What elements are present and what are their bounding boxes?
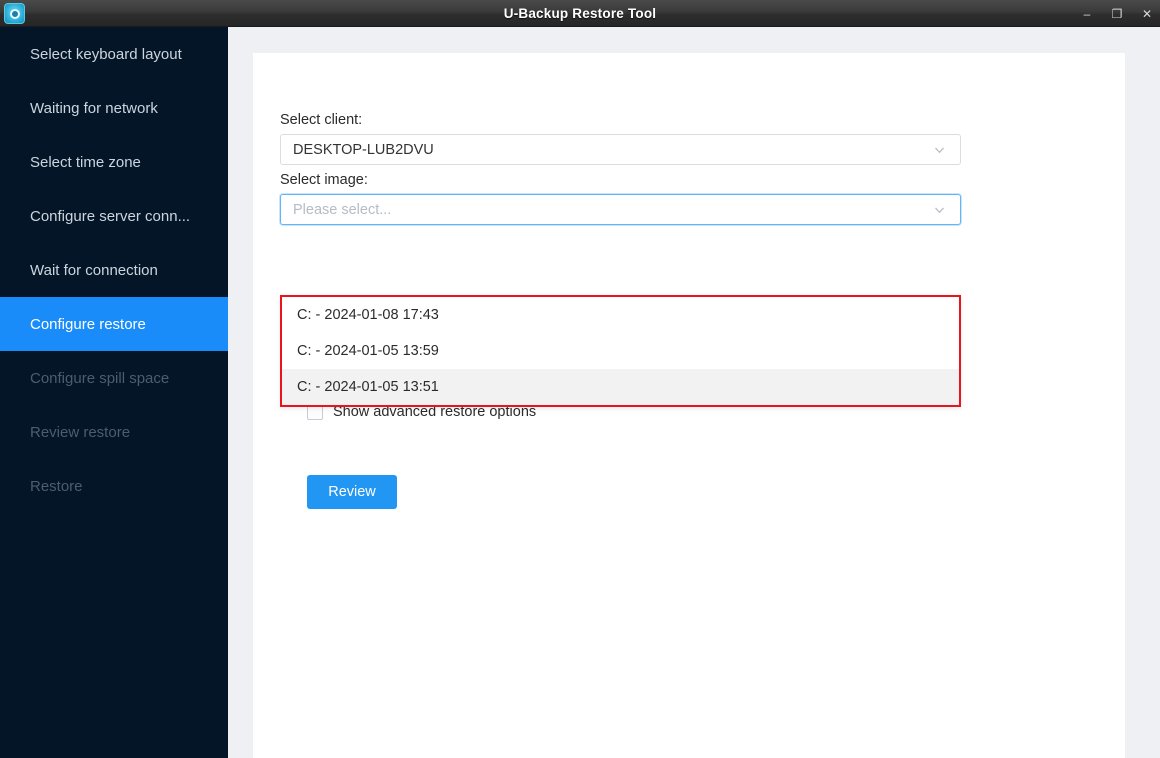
restore-config-form: Select client: DESKTOP-LUB2DVU Select im… [280, 112, 962, 225]
sidebar-item-select-keyboard-layout[interactable]: Select keyboard layout [0, 27, 228, 81]
select-image-placeholder: Please select... [293, 202, 391, 218]
app-icon [4, 3, 25, 24]
sidebar-item-label: Review restore [30, 424, 130, 441]
select-image-option[interactable]: C: - 2024-01-05 13:51 [282, 369, 959, 405]
sidebar-item-label: Configure server conn... [30, 208, 190, 225]
sidebar-item-label: Select time zone [30, 154, 141, 171]
sidebar-item-label: Waiting for network [30, 100, 158, 117]
select-image-dropdown[interactable]: Please select... [280, 194, 961, 225]
content-card: Select client: DESKTOP-LUB2DVU Select im… [253, 53, 1125, 758]
sidebar-item-label: Wait for connection [30, 262, 158, 279]
option-label: C: - 2024-01-05 13:51 [297, 379, 439, 395]
maximize-icon[interactable]: ❐ [1110, 8, 1124, 20]
chevron-down-icon [933, 203, 946, 216]
sidebar-item-review-restore: Review restore [0, 405, 228, 459]
sidebar-item-waiting-for-network[interactable]: Waiting for network [0, 81, 228, 135]
sidebar-item-configure-spill-space: Configure spill space [0, 351, 228, 405]
sidebar-item-wait-for-connection[interactable]: Wait for connection [0, 243, 228, 297]
select-image-option[interactable]: C: - 2024-01-05 13:59 [282, 333, 959, 369]
select-image-option[interactable]: C: - 2024-01-08 17:43 [282, 297, 959, 333]
option-label: C: - 2024-01-05 13:59 [297, 343, 439, 359]
select-client-value: DESKTOP-LUB2DVU [293, 142, 434, 158]
content-area: Select client: DESKTOP-LUB2DVU Select im… [228, 27, 1160, 758]
minimize-icon[interactable]: – [1080, 8, 1094, 20]
select-image-label: Select image: [280, 172, 962, 188]
select-client-dropdown[interactable]: DESKTOP-LUB2DVU [280, 134, 961, 165]
review-button[interactable]: Review [307, 475, 397, 509]
window-titlebar: U-Backup Restore Tool – ❐ ✕ [0, 0, 1160, 27]
sidebar-item-label: Configure spill space [30, 370, 169, 387]
window-title: U-Backup Restore Tool [0, 6, 1160, 21]
chevron-down-icon [933, 143, 946, 156]
sidebar-item-restore: Restore [0, 459, 228, 513]
select-image-option-list: C: - 2024-01-08 17:43 C: - 2024-01-05 13… [280, 295, 961, 407]
sidebar-item-select-time-zone[interactable]: Select time zone [0, 135, 228, 189]
select-client-label: Select client: [280, 112, 962, 128]
sidebar: Select keyboard layout Waiting for netwo… [0, 27, 228, 758]
option-label: C: - 2024-01-08 17:43 [297, 307, 439, 323]
sidebar-item-label: Restore [30, 478, 83, 495]
sidebar-item-configure-server-connection[interactable]: Configure server conn... [0, 189, 228, 243]
window-controls: – ❐ ✕ [1080, 0, 1154, 27]
sidebar-item-label: Configure restore [30, 316, 146, 333]
sidebar-item-configure-restore[interactable]: Configure restore [0, 297, 228, 351]
sidebar-item-label: Select keyboard layout [30, 46, 182, 63]
close-icon[interactable]: ✕ [1140, 8, 1154, 20]
app-icon-glyph [10, 9, 20, 19]
